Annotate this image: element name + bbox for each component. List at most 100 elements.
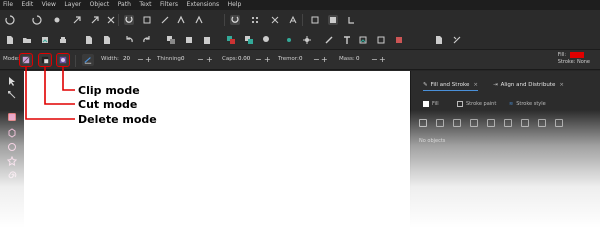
delete-mode-button[interactable] [19,53,33,67]
snap-enable-icon[interactable] [230,15,240,25]
caps-increase-button[interactable]: + [264,54,271,66]
width-decrease-button[interactable]: − [137,54,144,66]
pressure-toggle-button[interactable] [82,54,94,66]
tremor-decrease-button[interactable]: − [313,54,320,66]
menu-help[interactable]: Help [228,0,242,10]
guide-icon[interactable] [270,15,280,25]
width-increase-button[interactable]: + [145,54,152,66]
select-all-icon[interactable] [32,15,42,25]
snap-path-icon[interactable] [176,15,186,25]
rotate-icon[interactable] [5,15,15,25]
swatch-icon[interactable] [521,119,529,127]
export-icon[interactable] [102,35,112,45]
page-fill-icon[interactable] [328,15,338,25]
page-border-icon[interactable] [310,15,320,25]
ungroup-objects-icon[interactable] [302,35,312,45]
menu-file[interactable]: File [3,0,13,10]
transform-icon[interactable] [106,15,116,25]
3d-box-tool-icon[interactable] [7,128,17,138]
mesh-gradient-icon[interactable] [487,119,495,127]
clone-icon[interactable] [244,35,254,45]
menu-edit[interactable]: Edit [22,0,34,10]
no-paint-icon[interactable] [419,119,427,127]
paste-icon[interactable] [202,35,212,45]
flat-color-icon[interactable] [436,119,444,127]
open-folder-icon[interactable] [22,35,32,45]
mass-decrease-button[interactable]: − [371,54,378,66]
fill-stroke-indicator[interactable]: Fill: Stroke: None [558,51,590,65]
corner-icon[interactable] [346,15,356,25]
close-icon[interactable]: × [559,82,564,88]
undo-icon[interactable] [124,35,134,45]
cut-mode-callout: Cut mode [78,98,138,111]
ellipse-tool-icon[interactable] [7,142,17,152]
redo-icon[interactable] [142,35,152,45]
save-icon[interactable] [40,35,50,45]
text-baseline-icon[interactable] [288,15,298,25]
document-properties-icon[interactable] [434,35,444,45]
pressure-icon [84,57,92,64]
tab-fill-and-stroke[interactable]: ✎ Fill and Stroke × [423,79,478,91]
print-icon[interactable] [58,35,68,45]
import-icon[interactable] [84,35,94,45]
mass-increase-button[interactable]: + [379,54,386,66]
pattern-icon[interactable] [504,119,512,127]
menu-object[interactable]: Object [90,0,110,10]
mass-value[interactable]: 0 [356,56,360,62]
width-value[interactable]: 20 [123,56,130,62]
caps-decrease-button[interactable]: − [255,54,262,66]
snap-midpoint-icon[interactable] [194,15,204,25]
zoom-icon[interactable] [262,35,272,45]
grid-icon[interactable] [250,15,260,25]
node-icon[interactable] [52,15,62,25]
menu-view[interactable]: View [42,0,56,10]
tremor-value[interactable]: 0 [299,56,303,62]
subtab-stroke-style[interactable]: ≋ Stroke style [509,98,546,110]
cut-mode-button[interactable] [38,53,52,67]
star-tool-icon[interactable] [7,156,17,166]
caps-value[interactable]: 0.00 [238,56,250,62]
tremor-increase-button[interactable]: + [321,54,328,66]
linear-gradient-icon[interactable] [453,119,461,127]
xml-editor-icon[interactable] [394,35,404,45]
group-objects-icon[interactable] [284,35,294,45]
menu-path[interactable]: Path [118,0,131,10]
rectangle-tool-icon[interactable] [7,112,17,122]
close-icon[interactable]: × [473,82,478,88]
group-icon[interactable] [72,15,82,25]
thinning-value[interactable]: 0 [181,56,185,62]
menu-layer[interactable]: Layer [64,0,81,10]
caps-label: Caps: [222,56,238,62]
layers-icon[interactable] [358,35,368,45]
menu-text[interactable]: Text [139,0,151,10]
objects-icon[interactable] [376,35,386,45]
snap-toggle-icon[interactable] [124,15,134,25]
spiral-tool-icon[interactable] [7,170,17,180]
thinning-decrease-button[interactable]: − [197,54,204,66]
stroke-label: Stroke: [557,58,576,65]
preferences-icon[interactable] [452,35,462,45]
edit-path-icon[interactable] [324,35,334,45]
ungroup-icon[interactable] [90,15,100,25]
unset-paint-icon[interactable] [538,119,546,127]
tab-align-and-distribute[interactable]: ⇥ Align and Distribute × [493,79,564,91]
radial-gradient-icon[interactable] [470,119,478,127]
paint-extra-icon[interactable] [555,119,563,127]
subtab-stroke-paint[interactable]: Stroke paint [457,98,496,110]
snap-bbox-icon[interactable] [142,15,152,25]
subtab-fill[interactable]: Fill [423,98,439,110]
snap-nodes-icon[interactable] [160,15,170,25]
menu-filters[interactable]: Filters [160,0,178,10]
selector-tool-icon[interactable] [7,76,17,86]
new-document-icon[interactable] [5,35,15,45]
fill-swatch[interactable] [570,51,585,58]
duplicate-icon[interactable] [226,35,236,45]
node-tool-icon[interactable] [7,90,17,100]
tab-align-and-distribute-label: Align and Distribute [500,82,556,88]
menu-extensions[interactable]: Extensions [187,0,220,10]
copy-icon[interactable] [166,35,176,45]
cut-icon[interactable] [184,35,194,45]
thinning-increase-button[interactable]: + [206,54,213,66]
text-tool-icon[interactable] [342,35,352,45]
clip-mode-button[interactable] [56,53,70,67]
